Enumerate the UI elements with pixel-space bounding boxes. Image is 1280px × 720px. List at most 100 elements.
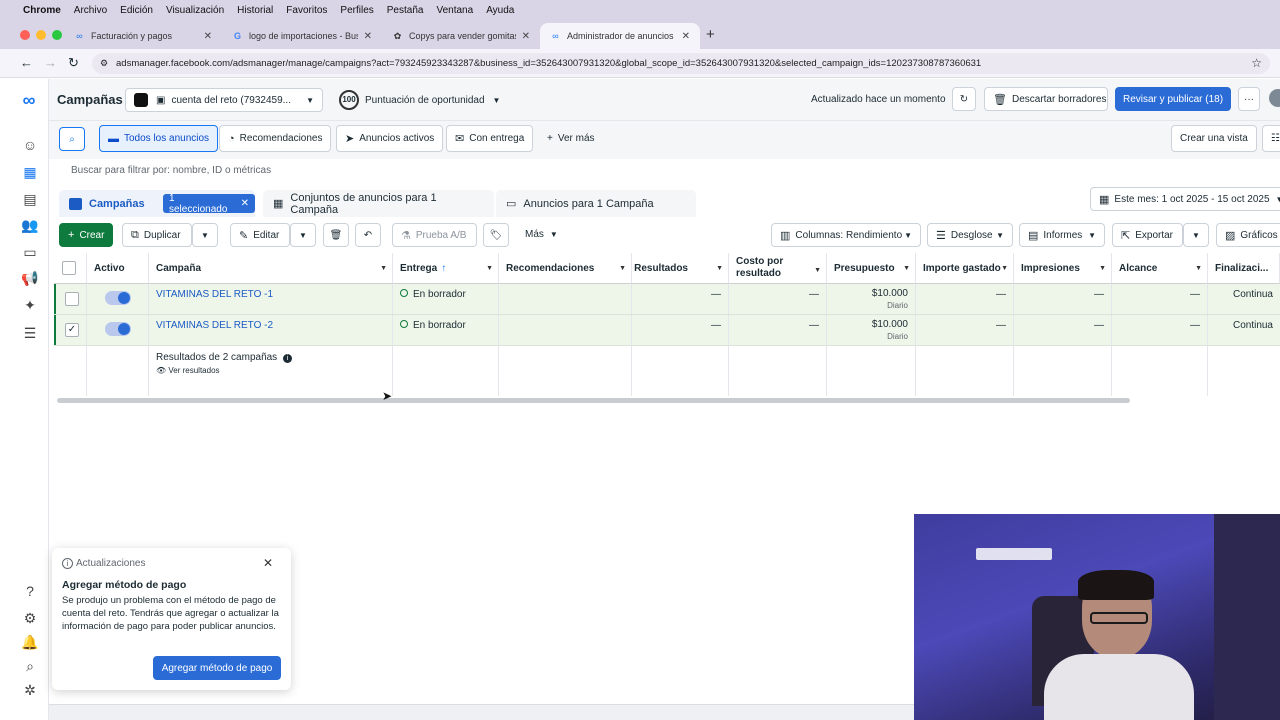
filter-active-ads[interactable]: ➤ Anuncios activos: [336, 125, 444, 152]
header-select-all[interactable]: [54, 253, 87, 284]
close-tab-icon[interactable]: ✕: [682, 31, 690, 42]
col-end[interactable]: Finalizaci...: [1208, 253, 1280, 284]
col-results[interactable]: Resultados ▼: [632, 253, 729, 284]
search-toggle-button[interactable]: ⌕: [59, 127, 85, 151]
row-checkbox-checked[interactable]: ✓: [65, 323, 79, 337]
tab-ads[interactable]: ▭ Anuncios para 1 Campaña: [496, 190, 696, 217]
back-icon[interactable]: ←: [20, 55, 33, 70]
edit-dropdown[interactable]: ▼: [290, 223, 316, 247]
menu-visualizacion[interactable]: Visualización: [166, 5, 224, 16]
reports-button[interactable]: ▤ Informes ▼: [1019, 223, 1105, 247]
ab-test-button[interactable]: ⚗ Prueba A/B: [392, 223, 477, 247]
account-overview-icon[interactable]: ☺: [21, 136, 39, 154]
tag-button[interactable]: 🏷: [483, 223, 509, 247]
table-row[interactable]: VITAMINAS DEL RETO -1 En borrador — — $1…: [54, 284, 1280, 315]
menu-perfiles[interactable]: Perfiles: [340, 5, 373, 16]
row-active[interactable]: [87, 315, 149, 345]
browser-tab-copys[interactable]: ✿ Copys para vender gomitas ✕: [382, 23, 540, 49]
tab-campaigns[interactable]: Campañas 1 seleccionado ✕: [59, 190, 255, 217]
search-icon[interactable]: ⌕: [21, 657, 39, 675]
col-campaign[interactable]: Campaña ▼: [149, 253, 393, 284]
audiences-icon[interactable]: 👥: [21, 216, 39, 234]
clear-selection-icon[interactable]: ✕: [241, 198, 249, 209]
bookmark-star-icon[interactable]: ☆: [1251, 53, 1262, 74]
help-icon[interactable]: ?: [21, 582, 39, 600]
minimize-window-button[interactable]: [36, 30, 46, 40]
tab-adsets[interactable]: ▦ Conjuntos de anuncios para 1 Campaña: [263, 190, 494, 217]
menu-archivo[interactable]: Archivo: [74, 5, 107, 16]
col-reach[interactable]: Alcance ▼: [1112, 253, 1208, 284]
more-actions-button[interactable]: Más ▼: [525, 229, 558, 240]
breakdown-button[interactable]: ☰ Desglose ▼: [927, 223, 1013, 247]
create-view-button[interactable]: Crear una vista: [1171, 125, 1257, 152]
close-tab-icon[interactable]: ✕: [204, 31, 212, 42]
business-tools-icon[interactable]: ✦: [21, 296, 39, 314]
row-checkbox[interactable]: [65, 292, 79, 306]
filter-recommendations[interactable]: ◔ Recomendaciones: [219, 125, 332, 152]
menu-edicion[interactable]: Edición: [120, 5, 153, 16]
menu-historial[interactable]: Historial: [237, 5, 273, 16]
menu-favoritos[interactable]: Favoritos: [286, 5, 327, 16]
account-selector[interactable]: ▣ cuenta del reto (7932459... ▼: [125, 88, 323, 112]
billing-icon[interactable]: ▭: [21, 243, 39, 261]
create-button[interactable]: + Crear: [59, 223, 114, 247]
undo-button[interactable]: ↶: [355, 223, 381, 247]
url-bar[interactable]: ⚙ adsmanager.facebook.com/adsmanager/man…: [92, 53, 1270, 74]
bug-report-icon[interactable]: ✲: [21, 681, 39, 699]
view-settings-button[interactable]: ☷: [1262, 125, 1280, 152]
filter-delivery[interactable]: ✉ Con entrega: [446, 125, 534, 152]
close-icon[interactable]: ✕: [263, 556, 273, 570]
col-cost-per-result[interactable]: Costo por resultado ▼: [729, 253, 827, 284]
menu-icon[interactable]: ☰: [21, 324, 39, 342]
row-active[interactable]: [87, 284, 149, 314]
col-impressions[interactable]: Impresiones ▼: [1014, 253, 1112, 284]
campaigns-icon[interactable]: ▦: [21, 163, 39, 181]
campaign-name[interactable]: VITAMINAS DEL RETO -2: [149, 315, 393, 345]
export-dropdown[interactable]: ▼: [1183, 223, 1209, 247]
row-select[interactable]: ✓: [54, 315, 87, 345]
browser-tab-ads-manager[interactable]: ∞ Administrador de anuncios - ✕: [540, 23, 700, 49]
col-delivery[interactable]: Entrega ↑ ▼: [393, 253, 499, 284]
selection-chip[interactable]: 1 seleccionado ✕: [163, 193, 255, 215]
filter-all-ads[interactable]: ▬ Todos los anuncios: [99, 125, 219, 152]
profile-avatar[interactable]: [1269, 89, 1280, 107]
info-icon[interactable]: i: [282, 354, 292, 363]
settings-gear-icon[interactable]: ⚙: [21, 609, 39, 627]
campaign-toggle[interactable]: [105, 322, 131, 336]
browser-tab-billing[interactable]: ∞ Facturación y pagos ✕: [64, 23, 222, 49]
reporting-icon[interactable]: ▤: [21, 190, 39, 208]
delete-button[interactable]: 🗑: [323, 223, 349, 247]
col-amount-spent[interactable]: Importe gastado ▼: [916, 253, 1014, 284]
ads-icon[interactable]: 📢: [21, 269, 39, 287]
more-options-button[interactable]: ···: [1238, 87, 1260, 111]
campaign-toggle[interactable]: [105, 291, 131, 305]
discard-drafts-button[interactable]: 🗑 Descartar borradores: [984, 87, 1108, 111]
row-select[interactable]: [54, 284, 87, 314]
search-input[interactable]: Buscar para filtrar por: nombre, ID o mé…: [59, 160, 1280, 182]
new-tab-button[interactable]: +: [706, 26, 715, 43]
show-more-filters[interactable]: + Ver más: [547, 133, 595, 144]
maximize-window-button[interactable]: [52, 30, 62, 40]
horizontal-scrollbar[interactable]: [57, 398, 1130, 403]
duplicate-button[interactable]: ⧉ Duplicar: [122, 223, 192, 247]
close-tab-icon[interactable]: ✕: [522, 31, 530, 42]
menu-pestana[interactable]: Pestaña: [387, 5, 424, 16]
close-window-button[interactable]: [20, 30, 30, 40]
menu-ayuda[interactable]: Ayuda: [486, 5, 514, 16]
opportunity-score[interactable]: 100 Puntuación de oportunidad ▼: [339, 90, 500, 110]
campaign-name[interactable]: VITAMINAS DEL RETO -1: [149, 284, 393, 314]
col-active[interactable]: Activo: [87, 253, 149, 284]
export-button[interactable]: ⇱ Exportar: [1112, 223, 1183, 247]
select-all-checkbox[interactable]: [62, 261, 76, 275]
col-recommendations[interactable]: Recomendaciones ▼: [499, 253, 632, 284]
view-results-link[interactable]: 👁 Ver resultados: [156, 366, 385, 375]
review-publish-button[interactable]: Revisar y publicar (18): [1115, 87, 1231, 111]
date-range-picker[interactable]: ▦ Este mes: 1 oct 2025 - 15 oct 2025 ▼: [1090, 187, 1280, 211]
browser-tab-search[interactable]: Glogo de importaciones - Busca✕: [222, 23, 382, 49]
col-budget[interactable]: Presupuesto ▼: [827, 253, 916, 284]
notifications-bell-icon[interactable]: 🔔: [21, 633, 39, 651]
duplicate-dropdown[interactable]: ▼: [192, 223, 218, 247]
menu-app-name[interactable]: Chrome: [23, 5, 61, 16]
add-payment-method-button[interactable]: Agregar método de pago: [153, 656, 281, 680]
menu-ventana[interactable]: Ventana: [436, 5, 473, 16]
